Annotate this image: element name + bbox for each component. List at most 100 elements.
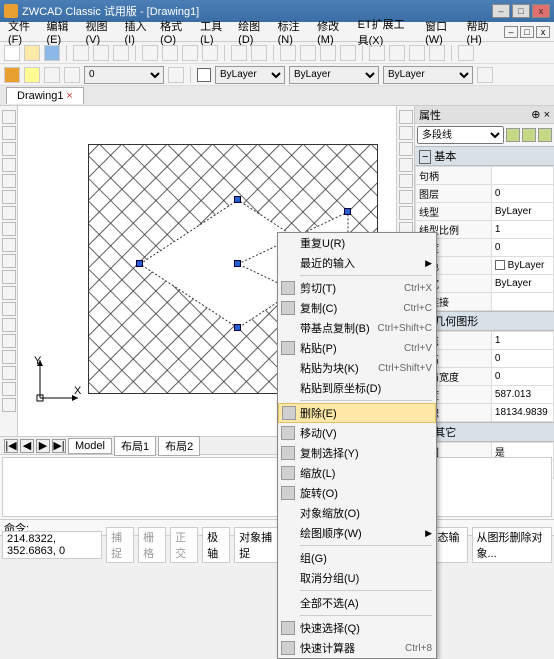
ctx-UR[interactable]: 重复U(R): [278, 233, 436, 253]
menu-view[interactable]: 视图(V): [82, 16, 119, 48]
cut-icon[interactable]: [142, 45, 158, 61]
ctx-W[interactable]: 绘图顺序(W)▶: [278, 523, 436, 543]
ctx-K[interactable]: 粘贴为块(K)Ctrl+Shift+V: [278, 358, 436, 378]
ctx-U[interactable]: 取消分组(U): [278, 568, 436, 588]
arc-icon[interactable]: [2, 190, 16, 204]
point-icon[interactable]: [2, 318, 16, 332]
ctx-T[interactable]: 剪切(T)Ctrl+X: [278, 278, 436, 298]
color-swatch[interactable]: [197, 68, 211, 82]
menu-draw[interactable]: 绘图(D): [234, 16, 271, 48]
prop-row[interactable]: 图层0: [416, 185, 554, 203]
designcenter-icon[interactable]: [389, 45, 405, 61]
prop-group-basic[interactable]: − 基本: [415, 146, 554, 166]
open-icon[interactable]: [24, 45, 40, 61]
ctx-V[interactable]: 移动(V): [278, 423, 436, 443]
layer-select[interactable]: 0: [84, 66, 164, 84]
ctx-P[interactable]: 粘贴(P)Ctrl+V: [278, 338, 436, 358]
doc-min-button[interactable]: –: [504, 26, 518, 38]
ctx-Q[interactable]: 快速选择(Q): [278, 618, 436, 638]
tab-nav-next[interactable]: ▶: [36, 439, 50, 453]
prop-row[interactable]: 句柄: [416, 167, 554, 185]
zoom-icon[interactable]: [300, 45, 316, 61]
publish-icon[interactable]: [113, 45, 129, 61]
linetype-select[interactable]: ByLayer: [289, 66, 379, 84]
redo-icon[interactable]: [251, 45, 267, 61]
help-icon[interactable]: [458, 45, 474, 61]
copy-icon[interactable]: [162, 45, 178, 61]
tab-nav-first[interactable]: |◀: [4, 439, 18, 453]
polar-toggle[interactable]: 极轴: [202, 527, 230, 563]
ellipse-icon[interactable]: [2, 254, 16, 268]
menu-help[interactable]: 帮助(H): [463, 16, 500, 48]
bulb-icon[interactable]: [24, 67, 40, 83]
copy2-icon[interactable]: [399, 126, 413, 140]
menu-file[interactable]: 文件(F): [4, 16, 41, 48]
array-icon[interactable]: [399, 174, 413, 188]
ctx-C[interactable]: 复制(C)Ctrl+C: [278, 298, 436, 318]
doc-tab-close-icon[interactable]: ×: [66, 90, 72, 102]
gradient-icon[interactable]: [2, 350, 16, 364]
zoom-window-icon[interactable]: [320, 45, 336, 61]
prop-object-select[interactable]: 多段线: [417, 126, 504, 144]
lock-icon[interactable]: [64, 67, 80, 83]
properties-icon[interactable]: [369, 45, 385, 61]
prop-pickadd-icon[interactable]: [522, 128, 536, 142]
table-icon[interactable]: [2, 382, 16, 396]
ctx-G[interactable]: 组(G): [278, 548, 436, 568]
tab-model[interactable]: Model: [68, 438, 112, 454]
tab-nav-last[interactable]: ▶|: [52, 439, 66, 453]
menu-window[interactable]: 窗口(W): [421, 16, 460, 48]
save-icon[interactable]: [44, 45, 60, 61]
ctx-A[interactable]: 全部不选(A): [278, 593, 436, 613]
tab-layout1[interactable]: 布局1: [114, 436, 156, 456]
pan-icon[interactable]: [280, 45, 296, 61]
xline-icon[interactable]: [2, 126, 16, 140]
ellipsearc-icon[interactable]: [2, 270, 16, 284]
maximize-button[interactable]: □: [512, 4, 530, 18]
ctx-[interactable]: 最近的输入▶: [278, 253, 436, 273]
grip-point[interactable]: [234, 324, 241, 331]
grip-point[interactable]: [136, 260, 143, 267]
ctx-O[interactable]: 旋转(O): [278, 483, 436, 503]
layer-icon[interactable]: [4, 67, 20, 83]
tab-nav-prev[interactable]: ◀: [20, 439, 34, 453]
prop-close-icon[interactable]: ×: [544, 109, 550, 121]
mtext-icon[interactable]: [2, 398, 16, 412]
prop-quickselect-icon[interactable]: [506, 128, 520, 142]
hatch-icon[interactable]: [2, 334, 16, 348]
plotstyle-icon[interactable]: [477, 67, 493, 83]
circle-icon[interactable]: [2, 206, 16, 220]
snap-toggle[interactable]: 捕捉: [106, 527, 134, 563]
plot-icon[interactable]: [73, 45, 89, 61]
grid-toggle[interactable]: 栅格: [138, 527, 166, 563]
zoom-prev-icon[interactable]: [340, 45, 356, 61]
menu-dimension[interactable]: 标注(N): [274, 16, 311, 48]
ctx-[interactable]: 快速计算器Ctrl+8: [278, 638, 436, 658]
prop-selectobj-icon[interactable]: [538, 128, 552, 142]
ctx-O[interactable]: 对象缩放(O): [278, 503, 436, 523]
layerstate-icon[interactable]: [168, 67, 184, 83]
toolpalette-icon[interactable]: [409, 45, 425, 61]
rotate-icon[interactable]: [399, 206, 413, 220]
calc-icon[interactable]: [429, 45, 445, 61]
polygon-icon[interactable]: [2, 158, 16, 172]
ctx-B[interactable]: 带基点复制(B)Ctrl+Shift+C: [278, 318, 436, 338]
block-icon[interactable]: [2, 302, 16, 316]
menu-insert[interactable]: 插入(I): [121, 16, 155, 48]
prop-row[interactable]: 线型ByLayer: [416, 203, 554, 221]
rectangle-icon[interactable]: [2, 174, 16, 188]
menu-modify[interactable]: 修改(M): [313, 16, 351, 48]
ctx-Y[interactable]: 复制选择(Y): [278, 443, 436, 463]
doc-tab-drawing1[interactable]: Drawing1 ×: [6, 87, 84, 104]
mirror-icon[interactable]: [399, 142, 413, 156]
preview-icon[interactable]: [93, 45, 109, 61]
insert-icon[interactable]: [2, 286, 16, 300]
offset-icon[interactable]: [399, 158, 413, 172]
spline-icon[interactable]: [2, 238, 16, 252]
status-msg[interactable]: 从图形删除对象...: [472, 527, 553, 563]
ortho-toggle[interactable]: 正交: [170, 527, 198, 563]
osnap-toggle[interactable]: 对象捕捉: [234, 527, 280, 563]
doc-close-button[interactable]: x: [536, 26, 550, 38]
grip-point[interactable]: [344, 208, 351, 215]
menu-edit[interactable]: 编辑(E): [43, 16, 80, 48]
